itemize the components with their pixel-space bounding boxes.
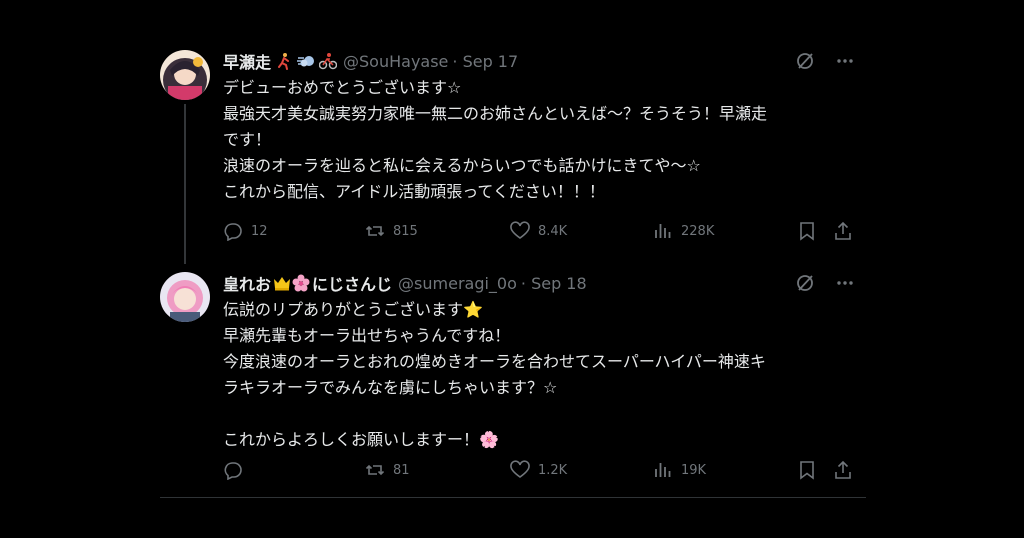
tweet[interactable]: 皇れお にじさんじ @sumeragi_0o · Sep 18 伝説のリプありが… xyxy=(160,262,866,497)
analytics-icon xyxy=(655,463,671,477)
display-name-suffix[interactable]: にじさんじ xyxy=(312,271,392,295)
tweet-actions: 12 815 8.4K 228K xyxy=(223,218,853,244)
dash-icon xyxy=(297,56,315,67)
display-name[interactable]: 早瀬走 xyxy=(223,49,271,73)
retweet-button[interactable]: 815 xyxy=(365,218,418,244)
thread-connector-line xyxy=(184,104,186,264)
tweet-header: 早瀬走 @SouHayase · Sep 17 xyxy=(223,49,853,73)
analytics-icon xyxy=(655,224,671,238)
reply-count: 12 xyxy=(251,223,268,239)
avatar[interactable] xyxy=(160,272,210,322)
share-button[interactable] xyxy=(833,457,853,483)
cyclist-icon xyxy=(319,53,338,70)
reply-icon xyxy=(224,462,242,480)
user-handle[interactable]: @sumeragi_0o xyxy=(398,274,517,293)
bookmark-icon xyxy=(800,222,814,241)
retweet-count: 81 xyxy=(393,462,410,478)
share-button[interactable] xyxy=(833,218,853,244)
more-options-icon[interactable] xyxy=(834,50,856,72)
divider xyxy=(160,497,866,498)
view-count: 19K xyxy=(681,462,707,478)
tweet-text: 伝説のリプありがとうございます⭐ 早瀬先輩もオーラ出せちゃうんですね！ 今度浪速… xyxy=(223,300,766,449)
like-button[interactable]: 1.2K xyxy=(510,457,567,483)
user-handle[interactable]: @SouHayase xyxy=(343,52,448,71)
heart-icon xyxy=(510,221,530,239)
views-button[interactable]: 228K xyxy=(653,218,714,244)
tweet-date[interactable]: · Sep 17 xyxy=(452,52,518,71)
tweet-actions: 81 1.2K 19K xyxy=(223,457,853,483)
avatar[interactable] xyxy=(160,50,210,100)
tweet-thread: 早瀬走 @SouHayase · Sep 17 デビューおめでとうございます☆ … xyxy=(160,40,866,498)
grok-icon[interactable] xyxy=(794,50,816,72)
reply-button[interactable]: 12 xyxy=(223,218,268,244)
reply-icon xyxy=(224,223,242,241)
like-button[interactable]: 8.4K xyxy=(510,218,567,244)
views-button[interactable]: 19K xyxy=(653,457,706,483)
reply-button[interactable] xyxy=(223,457,251,483)
cherry-blossom-icon xyxy=(292,274,310,292)
bookmark-button[interactable] xyxy=(797,218,817,244)
bookmark-button[interactable] xyxy=(797,457,817,483)
display-name[interactable]: 皇れお xyxy=(223,271,271,295)
retweet-count: 815 xyxy=(393,223,418,239)
more-options-icon[interactable] xyxy=(834,272,856,294)
bookmark-icon xyxy=(800,461,814,480)
retweet-icon xyxy=(365,225,385,237)
tweet-text: デビューおめでとうございます☆ 最強天才美女誠実努力家唯一無二のお姉さんといえば… xyxy=(223,78,768,201)
heart-icon xyxy=(510,460,530,478)
share-icon xyxy=(835,460,851,479)
retweet-button[interactable]: 81 xyxy=(365,457,410,483)
running-person-icon xyxy=(278,53,290,70)
tweet-date[interactable]: · Sep 18 xyxy=(521,274,587,293)
share-icon xyxy=(835,221,851,240)
crown-icon xyxy=(274,277,291,291)
view-count: 228K xyxy=(681,223,715,239)
retweet-icon xyxy=(365,464,385,476)
like-count: 8.4K xyxy=(538,223,568,239)
grok-icon[interactable] xyxy=(794,272,816,294)
like-count: 1.2K xyxy=(538,462,568,478)
tweet-header: 皇れお にじさんじ @sumeragi_0o · Sep 18 xyxy=(223,271,853,295)
tweet[interactable]: 早瀬走 @SouHayase · Sep 17 デビューおめでとうございます☆ … xyxy=(160,40,866,264)
